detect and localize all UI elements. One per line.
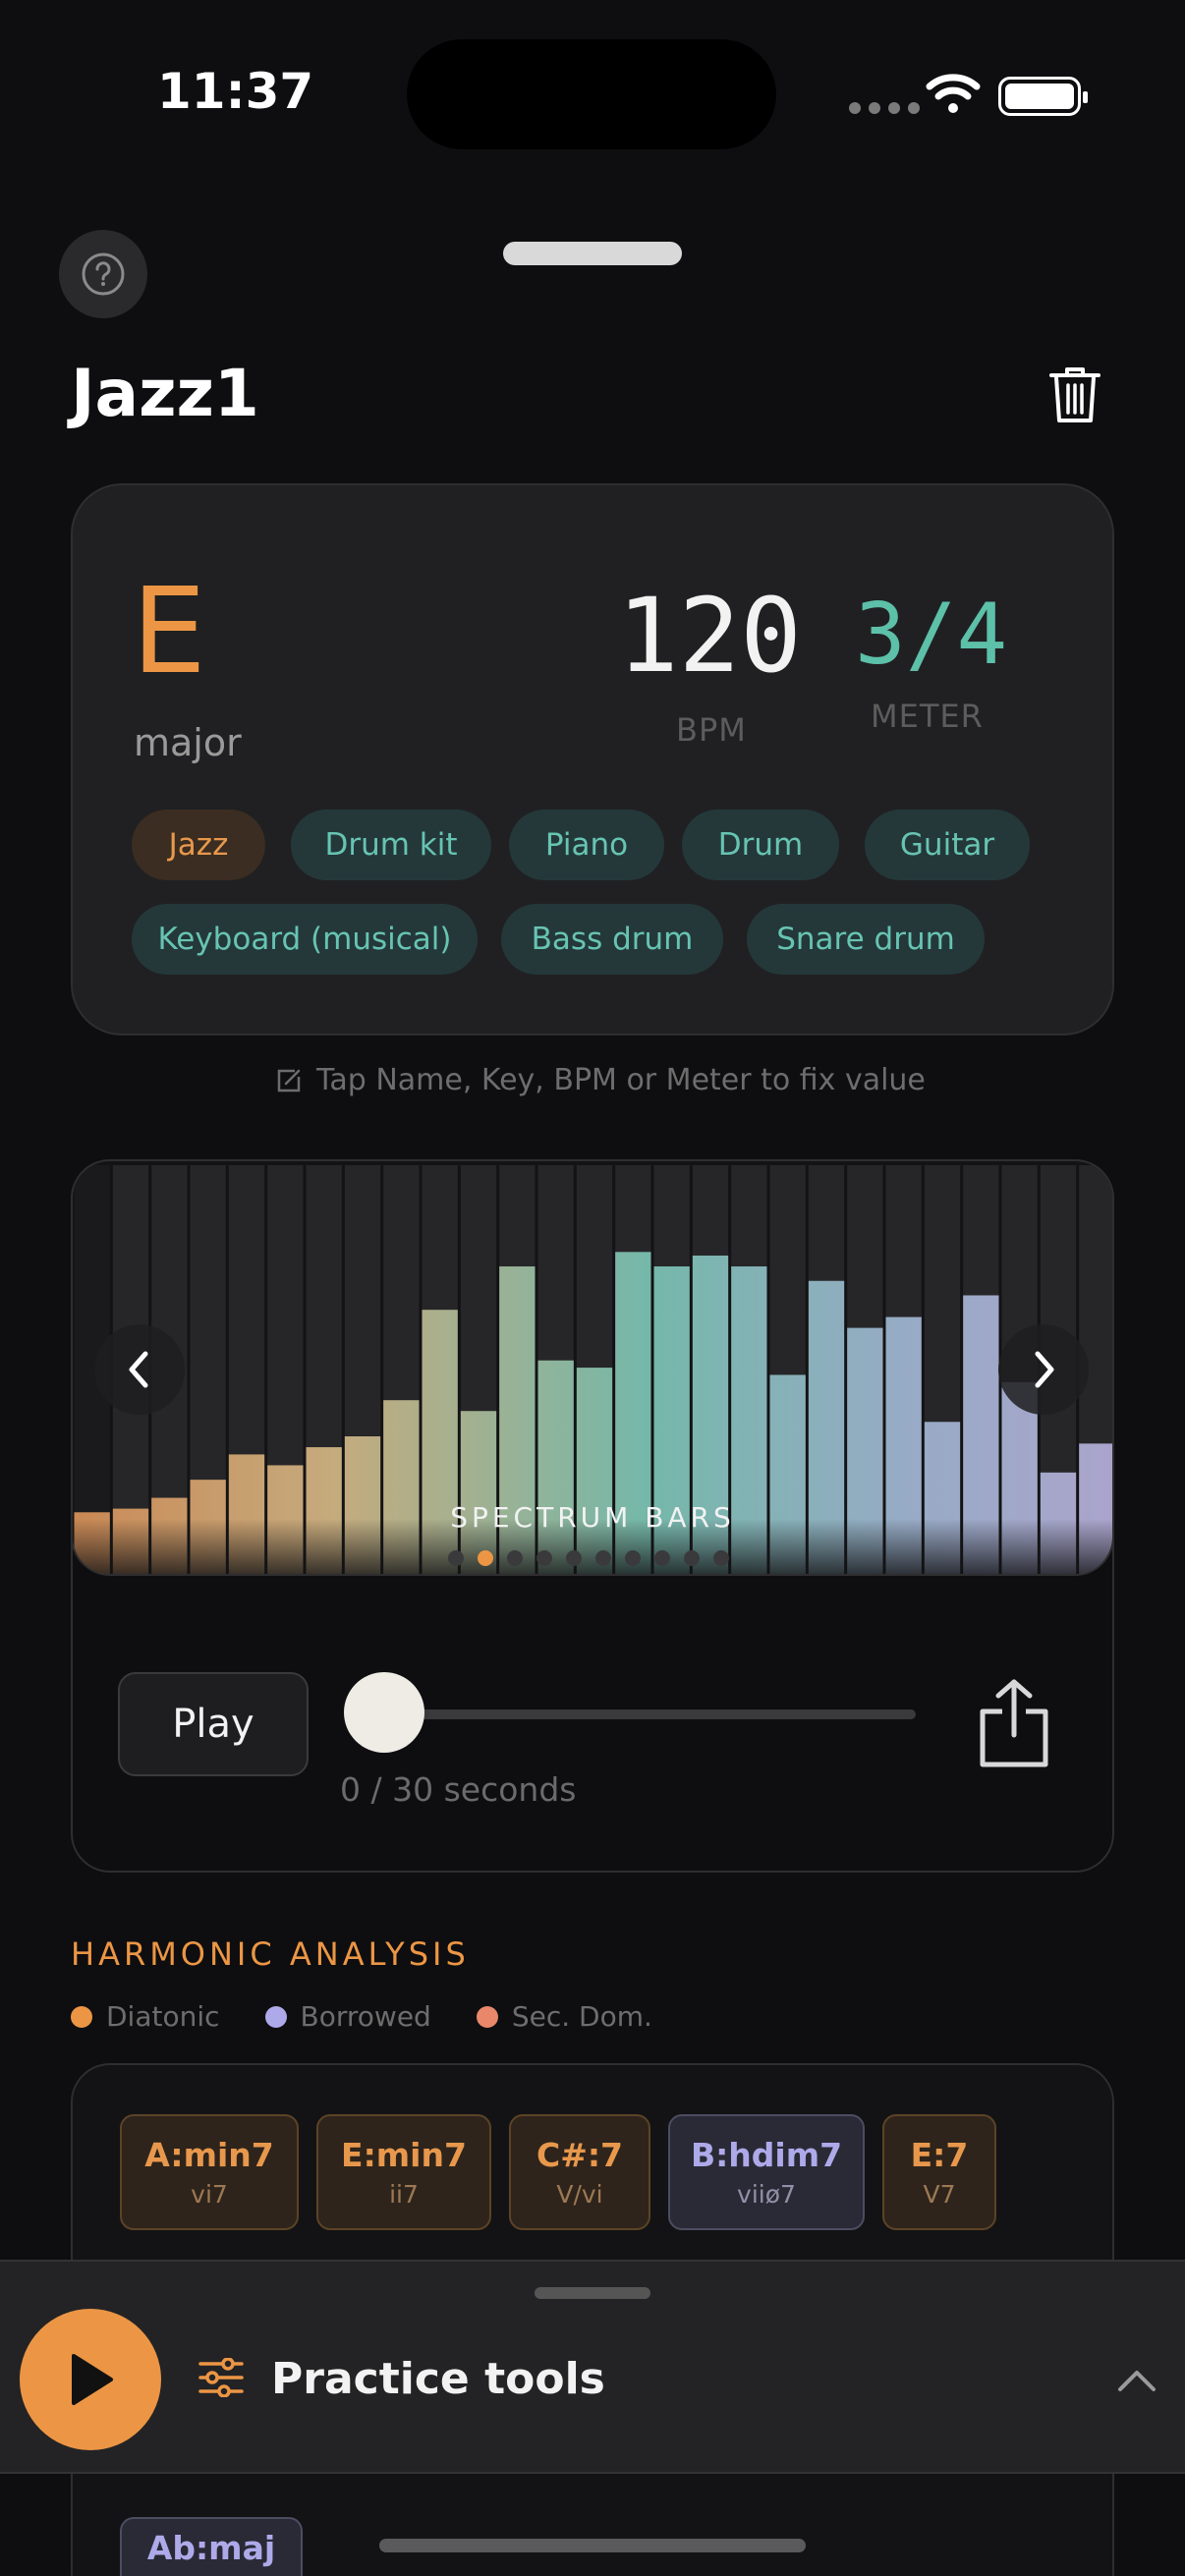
bpm-label: BPM xyxy=(676,711,747,749)
page-dot[interactable] xyxy=(566,1550,582,1566)
chevron-right-icon xyxy=(1035,1351,1054,1388)
legend-diatonic: Diatonic xyxy=(71,2000,220,2033)
prev-visualizer-button[interactable] xyxy=(94,1324,185,1415)
practice-tools-label: Practice tools xyxy=(271,2354,605,2404)
home-indicator xyxy=(379,2539,806,2552)
play-button[interactable]: Play xyxy=(118,1672,309,1776)
page-dot[interactable] xyxy=(625,1550,641,1566)
sliders-icon xyxy=(198,2358,244,2397)
chord-chip[interactable]: E:7 V7 xyxy=(882,2114,996,2230)
chevron-up-icon[interactable] xyxy=(1116,2368,1157,2393)
tag-chip[interactable]: Jazz xyxy=(132,810,265,880)
chord-chip[interactable]: A:min7 vi7 xyxy=(120,2114,299,2230)
chord-chip[interactable]: B:hdim7 viiø7 xyxy=(668,2114,865,2230)
legend-borrowed: Borrowed xyxy=(264,2000,431,2033)
page-dot[interactable] xyxy=(595,1550,611,1566)
page-dot[interactable] xyxy=(448,1550,464,1566)
song-title[interactable]: Jazz1 xyxy=(71,356,259,431)
tag-chip[interactable]: Guitar xyxy=(865,810,1030,880)
playback-progress: 0 / 30 seconds xyxy=(340,1770,577,1809)
song-mode[interactable]: major xyxy=(134,721,242,764)
battery-icon xyxy=(998,77,1088,116)
tag-chip[interactable]: Drum kit xyxy=(291,810,491,880)
help-button[interactable] xyxy=(59,230,147,318)
page-dot[interactable] xyxy=(536,1550,552,1566)
page-dot[interactable] xyxy=(507,1550,523,1566)
edit-icon xyxy=(277,1069,301,1092)
chord-legend: Diatonic Borrowed Sec. Dom. xyxy=(71,2000,652,2033)
chord-chip[interactable]: Ab:maj xyxy=(120,2517,303,2576)
status-time: 11:37 xyxy=(157,63,314,120)
chevron-left-icon xyxy=(129,1351,148,1388)
song-key[interactable]: E xyxy=(132,564,206,700)
tag-chip[interactable]: Piano xyxy=(509,810,664,880)
dynamic-island xyxy=(407,39,776,149)
page-dot[interactable] xyxy=(713,1550,729,1566)
sheet-grabber[interactable] xyxy=(503,242,682,265)
share-icon[interactable] xyxy=(977,1676,1051,1770)
practice-play-button[interactable] xyxy=(20,2309,161,2450)
legend-secondary-dominant: Sec. Dom. xyxy=(476,2000,652,2033)
tag-chip[interactable]: Snare drum xyxy=(747,904,985,975)
next-visualizer-button[interactable] xyxy=(998,1324,1089,1415)
page-dot[interactable] xyxy=(684,1550,700,1566)
play-icon xyxy=(72,2354,113,2405)
page-dot[interactable] xyxy=(478,1550,493,1566)
edit-hint: Tap Name, Key, BPM or Meter to fix value xyxy=(275,1063,926,1097)
question-icon xyxy=(82,252,125,296)
bpm-value[interactable]: 120 xyxy=(617,576,802,696)
wifi-icon xyxy=(926,74,981,113)
signal-icon xyxy=(849,102,920,114)
visualizer-label: SPECTRUM BARS xyxy=(450,1501,735,1534)
tag-chip[interactable]: Bass drum xyxy=(501,904,723,975)
edit-hint-text: Tap Name, Key, BPM or Meter to fix value xyxy=(316,1063,926,1097)
playback-slider-track[interactable] xyxy=(381,1709,916,1719)
chord-chip[interactable]: C#:7 V/vi xyxy=(509,2114,650,2230)
page-dot[interactable] xyxy=(654,1550,670,1566)
tag-chip[interactable]: Keyboard (musical) xyxy=(132,904,478,975)
chord-chip[interactable]: E:min7 ii7 xyxy=(316,2114,491,2230)
harmonic-analysis-title: HARMONIC ANALYSIS xyxy=(71,1935,470,1973)
tag-chip[interactable]: Drum xyxy=(682,810,839,880)
playback-slider-thumb[interactable] xyxy=(344,1672,424,1753)
practice-sheet-grabber[interactable] xyxy=(535,2287,650,2299)
meter-label: METER xyxy=(871,698,984,735)
visualizer-page-dots[interactable] xyxy=(448,1550,729,1566)
meter-value[interactable]: 3/4 xyxy=(855,586,1007,684)
trash-icon[interactable] xyxy=(1047,364,1102,426)
